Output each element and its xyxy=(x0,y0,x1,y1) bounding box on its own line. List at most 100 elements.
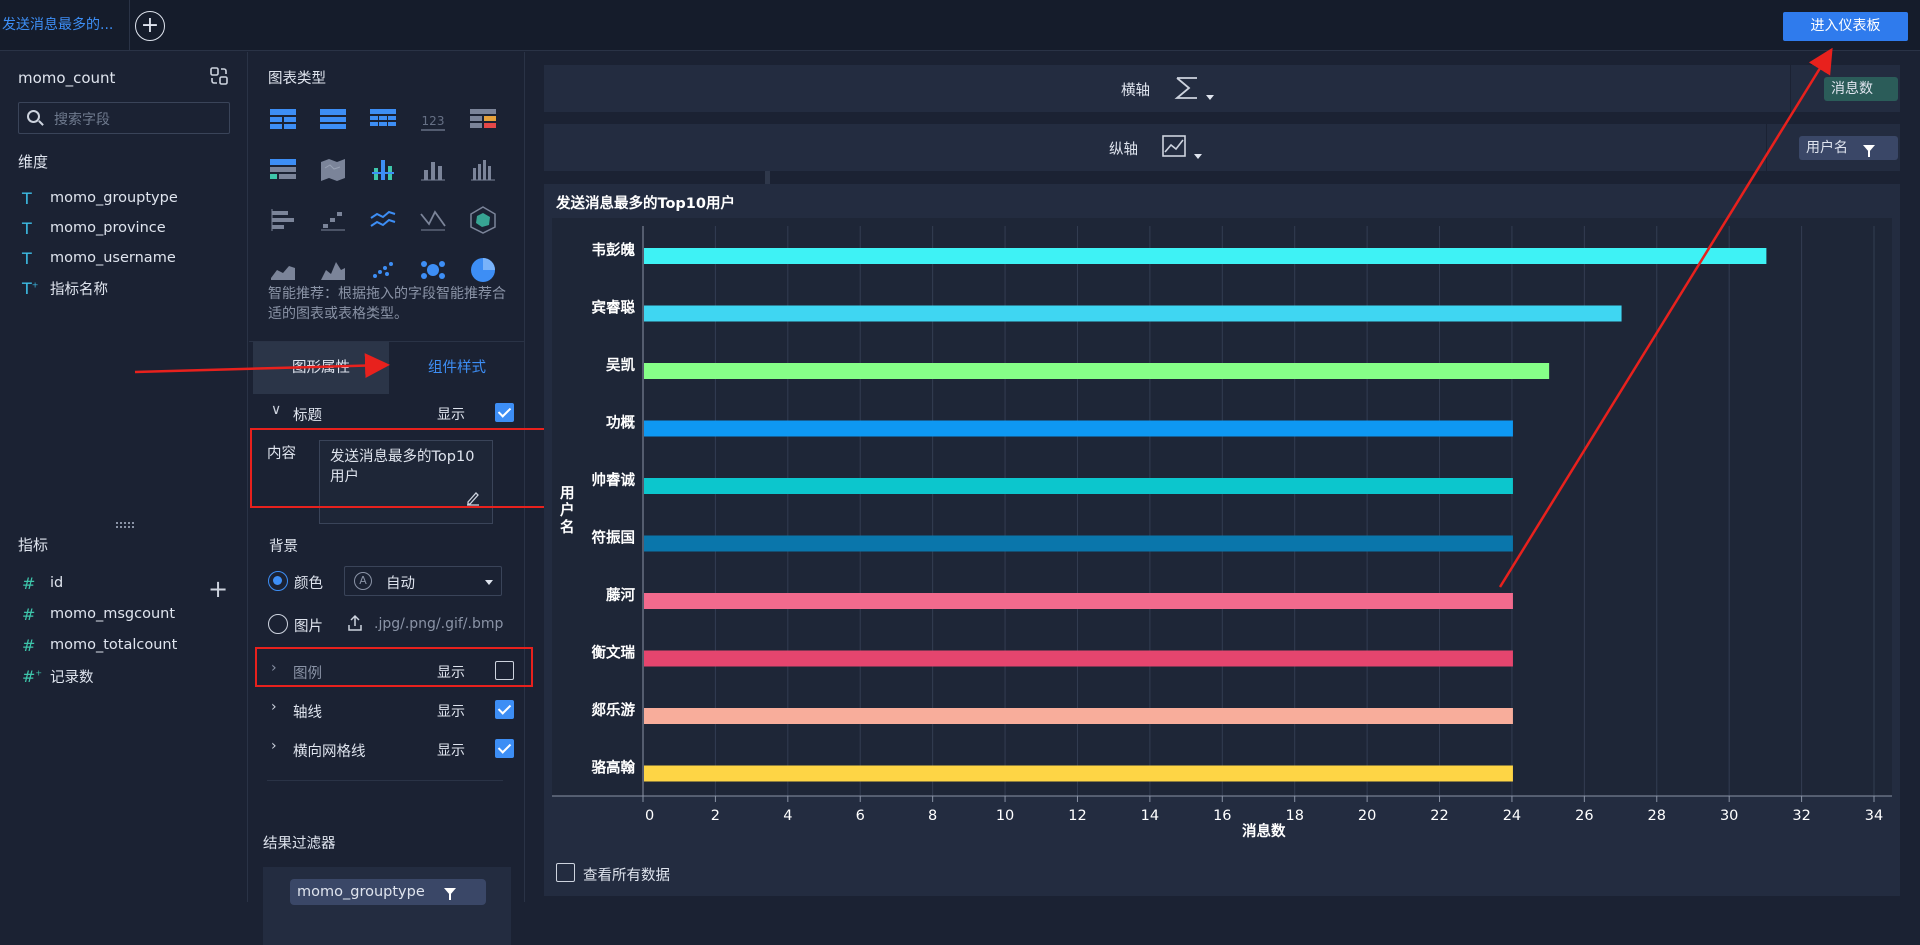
line-chart-icon[interactable] xyxy=(367,204,399,236)
title-section-row[interactable]: ∨ 标题 显示 xyxy=(271,401,514,427)
bar xyxy=(644,248,1767,264)
hgrid-show-checkbox[interactable] xyxy=(495,739,514,758)
filter-icon[interactable] xyxy=(444,888,456,900)
x-tick-label: 2 xyxy=(711,808,720,824)
bubble-chart-icon[interactable] xyxy=(417,254,449,286)
enter-dashboard-button[interactable]: 进入仪表板 xyxy=(1783,12,1908,41)
metric-item[interactable]: # momo_msgcount xyxy=(22,602,175,626)
column-chart-icon[interactable] xyxy=(417,154,449,186)
dimension-item[interactable]: Tmomo_username xyxy=(22,246,176,270)
chart-recommendation-text: 智能推荐：根据拖入的字段智能推荐合适的图表或表格类型。 xyxy=(268,286,506,322)
background-color-radio[interactable] xyxy=(268,571,288,591)
detail-table-icon[interactable] xyxy=(367,104,399,136)
x-tick-label: 12 xyxy=(1068,808,1086,824)
dimension-item[interactable]: Tmomo_grouptype xyxy=(22,186,178,210)
axis-line-show-checkbox[interactable] xyxy=(495,700,514,719)
text-type-icon: T xyxy=(22,218,32,238)
panel-splitter-handle[interactable] xyxy=(116,522,134,528)
field-panel: momo_count 搜索字段 维度 Tmomo_grouptype Tmomo… xyxy=(0,52,248,902)
svg-text:123: 123 xyxy=(422,114,445,128)
view-all-data-checkbox[interactable] xyxy=(556,863,575,882)
y-axis-label: 纵轴 xyxy=(1109,142,1138,158)
y-tick-label: 韦彭魄 xyxy=(592,241,636,259)
x-tick-label: 30 xyxy=(1720,808,1738,824)
bar xyxy=(644,650,1513,667)
result-filter-area[interactable]: momo_grouptype xyxy=(263,867,511,945)
x-tick-label: 6 xyxy=(856,808,865,824)
y-axis-dropdown-icon[interactable] xyxy=(1194,154,1202,159)
bar xyxy=(644,708,1513,724)
scatter-chart-icon[interactable] xyxy=(367,254,399,286)
radar-line-icon[interactable] xyxy=(417,204,449,236)
image-formats-hint: .jpg/.png/.gif/.bmp xyxy=(374,616,504,632)
colored-table-icon[interactable] xyxy=(467,104,499,136)
bar-chart-icon[interactable] xyxy=(267,204,299,236)
filter-field-pill[interactable]: momo_grouptype xyxy=(290,879,486,905)
annotation-box-content xyxy=(250,428,552,508)
x-tick-label: 34 xyxy=(1865,808,1883,824)
metric-item[interactable]: #+ 记录数 xyxy=(22,664,94,688)
axis-type-icon[interactable] xyxy=(1174,76,1202,100)
switch-dataset-icon[interactable] xyxy=(209,66,229,86)
chart-tab[interactable]: 发送消息最多的... xyxy=(0,0,130,51)
pie-chart-icon[interactable] xyxy=(467,254,499,286)
x-tick-label: 22 xyxy=(1430,808,1448,824)
x-tick-label: 24 xyxy=(1503,808,1521,824)
dimension-item[interactable]: T+ 指标名称 xyxy=(22,276,108,300)
card-table-icon[interactable] xyxy=(267,154,299,186)
filter-icon[interactable] xyxy=(1863,145,1875,157)
area-chart-icon[interactable] xyxy=(267,254,299,286)
x-tick-label: 10 xyxy=(996,808,1014,824)
x-axis-row[interactable]: 横轴 消息数 xyxy=(544,65,1900,112)
x-field-pill[interactable]: 消息数 xyxy=(1824,77,1898,101)
number-type-icon: # xyxy=(22,573,36,593)
map-icon[interactable] xyxy=(317,154,349,186)
color-select[interactable]: A 自动 xyxy=(344,566,502,596)
chart-title: 发送消息最多的Top10用户 xyxy=(556,196,735,212)
property-tabs: 图形属性 组件样式 xyxy=(249,341,525,394)
metric-item[interactable]: # momo_totalcount xyxy=(22,633,177,657)
bar xyxy=(644,305,1622,322)
kpi-number-icon[interactable]: 123 xyxy=(417,104,449,136)
horizontal-grid-row[interactable]: › 横向网格线 显示 xyxy=(271,737,514,763)
config-panel: 图表类型 123 智能推荐：根据拖入的字段智能推荐合适的图表或表格类型。 图形属… xyxy=(249,52,770,945)
x-axis-dropdown-icon[interactable] xyxy=(1206,95,1214,100)
axis-line-row[interactable]: › 轴线 显示 xyxy=(271,698,514,724)
y-axis-row[interactable]: 纵轴 用户名 xyxy=(544,124,1900,171)
upload-icon[interactable] xyxy=(347,614,363,632)
background-label: 背景 xyxy=(269,539,298,555)
chevron-right-icon: › xyxy=(271,738,277,754)
field-search-input[interactable]: 搜索字段 xyxy=(18,102,230,134)
cross-table-icon[interactable] xyxy=(317,104,349,136)
tab-graph-properties[interactable]: 图形属性 xyxy=(253,342,389,394)
x-axis-label: 横轴 xyxy=(1121,83,1150,99)
text-type-icon: T xyxy=(22,248,32,268)
axis-type-icon[interactable] xyxy=(1161,134,1189,158)
y-field-pill[interactable]: 用户名 xyxy=(1799,136,1898,160)
stacked-column-icon[interactable] xyxy=(467,154,499,186)
tab-component-style[interactable]: 组件样式 xyxy=(389,342,525,394)
dimension-item[interactable]: Tmomo_province xyxy=(22,216,166,240)
y-axis-title: 用户名 xyxy=(560,486,575,536)
top-bar: 发送消息最多的... + 进入仪表板 xyxy=(0,0,1920,51)
radar-chart-icon[interactable] xyxy=(467,204,499,236)
x-tick-label: 28 xyxy=(1648,808,1666,824)
metrics-title: 指标 xyxy=(18,536,49,554)
chevron-right-icon: › xyxy=(271,699,277,715)
add-metric-icon[interactable]: + xyxy=(208,577,228,601)
bar xyxy=(644,363,1550,379)
table-icon[interactable] xyxy=(267,104,299,136)
number-type-icon: # xyxy=(22,604,36,624)
result-filter-title: 结果过滤器 xyxy=(263,836,336,852)
x-tick-label: 0 xyxy=(645,808,654,824)
grouped-column-icon[interactable] xyxy=(367,154,399,186)
background-image-radio[interactable] xyxy=(268,614,288,634)
title-show-checkbox[interactable] xyxy=(495,403,514,422)
y-tick-label: 藤河 xyxy=(606,586,635,604)
auto-color-icon: A xyxy=(354,572,372,590)
step-chart-icon[interactable] xyxy=(317,204,349,236)
range-area-icon[interactable] xyxy=(317,254,349,286)
metric-item[interactable]: # id xyxy=(22,571,63,595)
x-tick-label: 8 xyxy=(928,808,937,824)
add-tab-icon[interactable]: + xyxy=(135,11,165,41)
